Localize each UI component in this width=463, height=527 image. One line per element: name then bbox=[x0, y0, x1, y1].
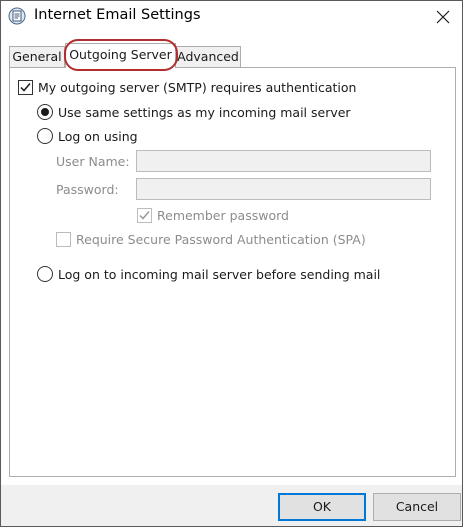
requires-auth-row[interactable]: My outgoing server (SMTP) requires authe… bbox=[18, 80, 356, 95]
log-on-using-row[interactable]: Log on using bbox=[37, 128, 138, 144]
spa-label: Require Secure Password Authentication (… bbox=[76, 232, 366, 247]
tab-general[interactable]: General bbox=[9, 46, 65, 67]
user-name-label: User Name: bbox=[56, 154, 130, 169]
spa-checkbox[interactable] bbox=[56, 232, 71, 247]
outlook-app-icon bbox=[8, 7, 26, 25]
close-icon bbox=[436, 10, 450, 24]
tab-strip: General Outgoing Server Advanced bbox=[9, 43, 454, 68]
cancel-button[interactable]: Cancel bbox=[373, 493, 461, 521]
requires-auth-label: My outgoing server (SMTP) requires authe… bbox=[38, 80, 357, 95]
tab-advanced[interactable]: Advanced bbox=[175, 46, 241, 67]
internet-email-settings-dialog: Internet Email Settings General Outgoing… bbox=[0, 0, 463, 527]
close-button[interactable] bbox=[430, 4, 456, 30]
spa-row[interactable]: Require Secure Password Authentication (… bbox=[56, 232, 366, 247]
outgoing-server-panel: My outgoing server (SMTP) requires authe… bbox=[9, 67, 456, 477]
log-on-incoming-row[interactable]: Log on to incoming mail server before se… bbox=[37, 266, 380, 282]
requires-auth-checkbox[interactable] bbox=[18, 80, 33, 95]
remember-password-row[interactable]: Remember password bbox=[137, 208, 289, 223]
dialog-button-bar: OK Cancel bbox=[1, 485, 462, 526]
log-on-incoming-label: Log on to incoming mail server before se… bbox=[58, 266, 381, 282]
remember-password-checkbox[interactable] bbox=[137, 208, 152, 223]
title-bar: Internet Email Settings bbox=[1, 1, 462, 33]
tab-outgoing-server[interactable]: Outgoing Server bbox=[65, 43, 176, 68]
log-on-incoming-radio[interactable] bbox=[37, 266, 53, 282]
checkmark-icon bbox=[20, 83, 31, 92]
password-label: Password: bbox=[56, 182, 119, 197]
password-field[interactable] bbox=[136, 178, 431, 200]
remember-password-label: Remember password bbox=[157, 208, 289, 223]
window-title: Internet Email Settings bbox=[34, 7, 201, 23]
use-same-settings-radio[interactable] bbox=[37, 104, 53, 120]
log-on-using-label: Log on using bbox=[58, 128, 138, 144]
user-name-field[interactable] bbox=[136, 150, 431, 172]
log-on-using-radio[interactable] bbox=[37, 128, 53, 144]
use-same-settings-row[interactable]: Use same settings as my incoming mail se… bbox=[37, 104, 351, 120]
ok-button[interactable]: OK bbox=[278, 493, 366, 521]
checkmark-icon bbox=[139, 211, 150, 220]
use-same-settings-label: Use same settings as my incoming mail se… bbox=[58, 104, 351, 120]
